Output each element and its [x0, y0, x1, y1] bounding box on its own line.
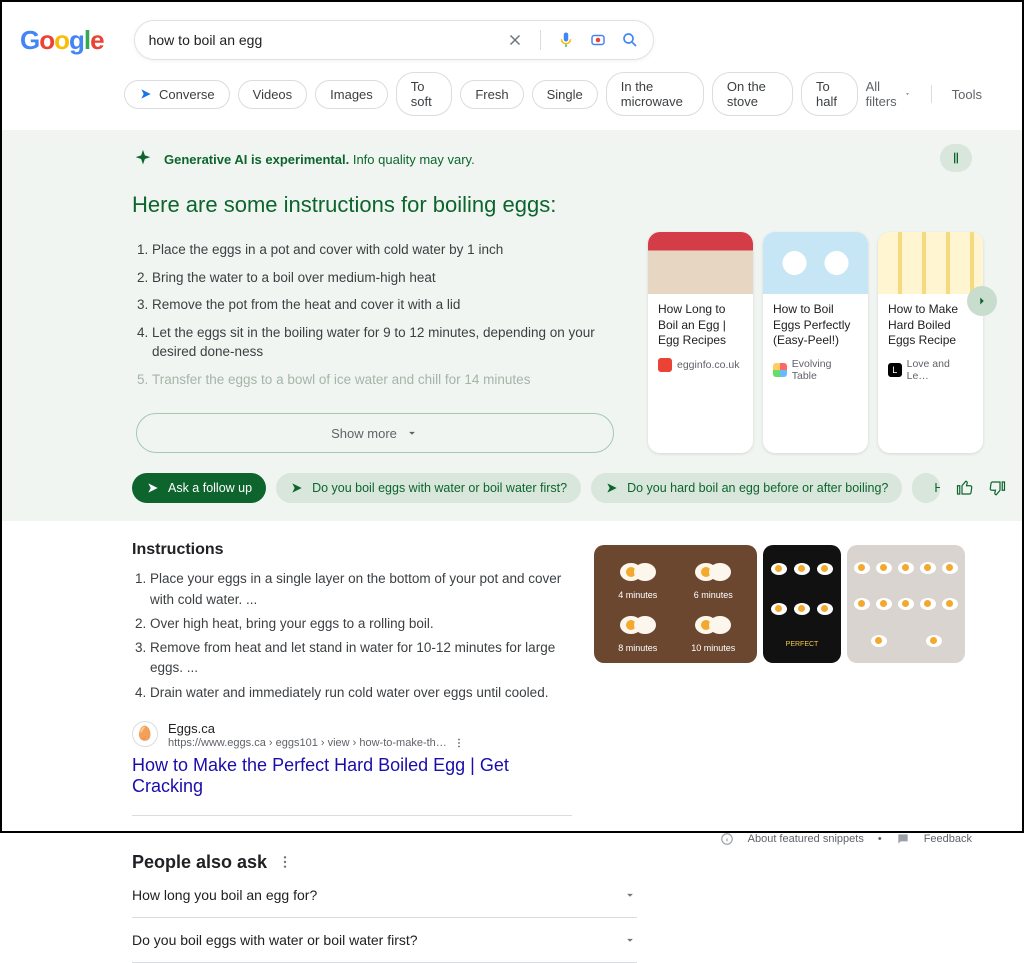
- show-more-button[interactable]: Show more: [136, 413, 614, 453]
- mic-icon[interactable]: [557, 31, 575, 49]
- search-icon[interactable]: [621, 31, 639, 49]
- sge-panel: Generative AI is experimental. Info qual…: [2, 130, 1022, 521]
- search-input[interactable]: [149, 32, 506, 48]
- clear-icon[interactable]: [506, 31, 524, 49]
- snippet-images[interactable]: 4 minutes 6 minutes 8 minutes 10 minutes…: [594, 545, 965, 663]
- chip-on-stove[interactable]: On the stove: [712, 72, 793, 116]
- paa-question[interactable]: How long you boil an egg for?: [132, 873, 637, 918]
- google-logo[interactable]: Google: [20, 25, 104, 56]
- sge-collapse-button[interactable]: [940, 144, 972, 172]
- sparkle-icon: [132, 148, 154, 170]
- sge-title: Here are some instructions for boiling e…: [132, 192, 972, 218]
- search-bar[interactable]: [134, 20, 654, 60]
- source-name: Eggs.ca: [168, 721, 465, 736]
- feedback-icon: [896, 832, 910, 846]
- chip-to-soft[interactable]: To soft: [396, 72, 453, 116]
- paa-question[interactable]: Do you boil eggs with water or boil wate…: [132, 918, 637, 963]
- chip-converse[interactable]: Converse: [124, 80, 230, 109]
- source-url: https://www.eggs.ca › eggs101 › view › h…: [168, 737, 465, 749]
- followup-suggestion[interactable]: Do you boil eggs with water or boil wate…: [276, 473, 581, 503]
- source-favicon: 🥚: [132, 721, 158, 747]
- snippet-steps: Place your eggs in a single layer on the…: [132, 569, 572, 703]
- sge-source-card[interactable]: How to Boil Eggs Perfectly (Easy-Peel!) …: [763, 232, 868, 453]
- ask-followup-button[interactable]: Ask a follow up: [132, 473, 266, 503]
- tools-button[interactable]: Tools: [952, 87, 982, 102]
- chip-single[interactable]: Single: [532, 80, 598, 109]
- snippet-heading: Instructions: [132, 541, 572, 559]
- feedback-link[interactable]: Feedback: [924, 833, 972, 845]
- result-link[interactable]: How to Make the Perfect Hard Boiled Egg …: [132, 755, 572, 797]
- about-snippets-link[interactable]: About featured snippets: [748, 833, 864, 845]
- paa-heading: People also ask: [132, 852, 972, 873]
- info-icon: [720, 832, 734, 846]
- chevron-down-icon: [623, 888, 637, 902]
- more-icon[interactable]: [277, 854, 293, 870]
- sge-steps: Place the eggs in a pot and cover with c…: [132, 240, 632, 389]
- thumbs-up-icon[interactable]: [956, 479, 974, 497]
- thumbs-down-icon[interactable]: [988, 479, 1006, 497]
- chip-to-half[interactable]: To half: [801, 72, 858, 116]
- followup-suggestion[interactable]: Do you hard boil an egg before or after …: [591, 473, 902, 503]
- chevron-down-icon: [623, 933, 637, 947]
- sge-notice: Generative AI is experimental. Info qual…: [164, 152, 475, 167]
- sge-source-card[interactable]: How to Make Hard Boiled Eggs Recipe -… L…: [878, 232, 983, 453]
- lens-icon[interactable]: [589, 31, 607, 49]
- cards-next-button[interactable]: [967, 286, 997, 316]
- chip-fresh[interactable]: Fresh: [460, 80, 523, 109]
- followup-suggestion[interactable]: How long do: [912, 473, 940, 503]
- sge-source-card[interactable]: How Long to Boil an Egg | Egg Recipes -……: [648, 232, 753, 453]
- chip-microwave[interactable]: In the microwave: [606, 72, 704, 116]
- chip-images[interactable]: Images: [315, 80, 388, 109]
- more-icon[interactable]: [453, 737, 465, 749]
- chip-videos[interactable]: Videos: [238, 80, 308, 109]
- filter-chips-row: Converse Videos Images To soft Fresh Sin…: [2, 60, 1022, 130]
- all-filters-button[interactable]: All filters: [866, 79, 911, 109]
